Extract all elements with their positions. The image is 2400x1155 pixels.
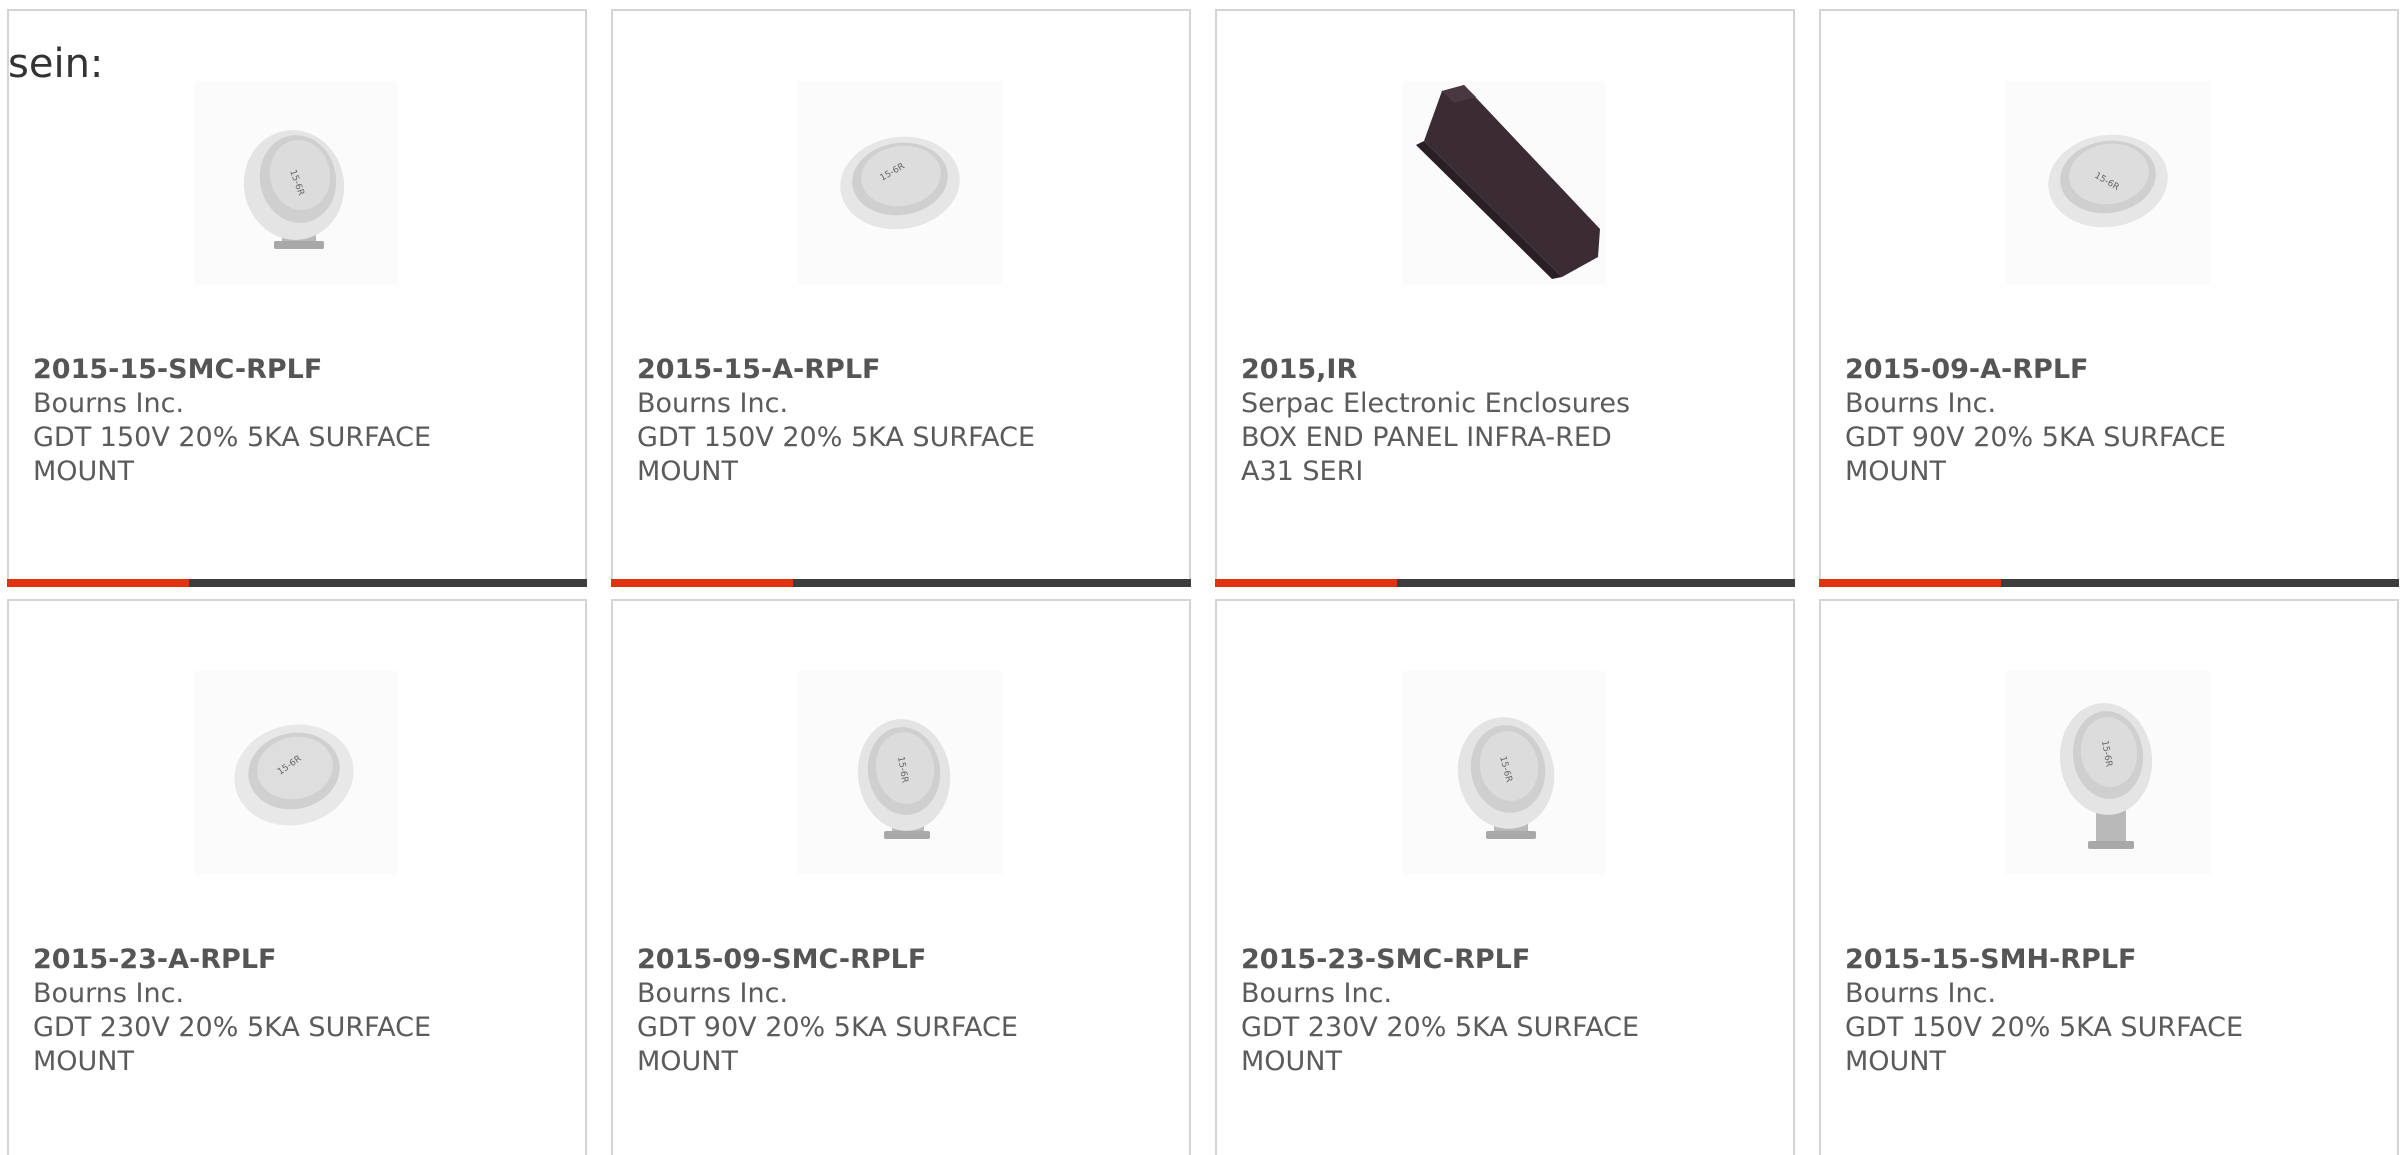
product-info: 2015-23-A-RPLF Bourns Inc. GDT 230V 20% … — [33, 943, 463, 1079]
part-number[interactable]: 2015-09-A-RPLF — [1845, 353, 2275, 387]
infrared-end-panel-icon[interactable] — [1402, 81, 1606, 285]
card-accent — [7, 579, 189, 587]
manufacturer: Bourns Inc. — [637, 978, 789, 1009]
card-accent — [1215, 579, 1397, 587]
part-number[interactable]: 2015-15-SMC-RPLF — [33, 353, 463, 387]
product-info: 2015-15-SMC-RPLF Bourns Inc. GDT 150V 20… — [33, 353, 463, 489]
manufacturer: Bourns Inc. — [1845, 978, 1997, 1009]
description: GDT 90V 20% 5KA SURFACE MOUNT — [1845, 422, 2226, 487]
card-accent-bar — [1819, 579, 2399, 587]
gas-discharge-tube-smc-icon[interactable]: 15-6R — [1402, 671, 1606, 875]
product-info: 2015-15-SMH-RPLF Bourns Inc. GDT 150V 20… — [1845, 943, 2275, 1079]
product-info: 2015-15-A-RPLF Bourns Inc. GDT 150V 20% … — [637, 353, 1067, 489]
gas-discharge-tube-smh-icon[interactable]: 15-6R — [2006, 671, 2210, 875]
product-card[interactable]: 15-6R 2015-23-SMC-RPLF Bourns Inc. GDT 2… — [1215, 599, 1795, 1155]
part-number[interactable]: 2015-15-SMH-RPLF — [1845, 943, 2275, 977]
product-info: 2015-09-SMC-RPLF Bourns Inc. GDT 90V 20%… — [637, 943, 1067, 1079]
product-info: 2015-09-A-RPLF Bourns Inc. GDT 90V 20% 5… — [1845, 353, 2275, 489]
card-accent — [1819, 579, 2001, 587]
product-card[interactable]: 15-6R 2015-09-A-RPLF Bourns Inc. GDT 90V… — [1819, 9, 2399, 587]
part-number[interactable]: 2015-23-SMC-RPLF — [1241, 943, 1671, 977]
part-number[interactable]: 2015,IR — [1241, 353, 1671, 387]
gas-discharge-tube-smc-icon[interactable]: 15-6R — [194, 81, 398, 285]
description: BOX END PANEL INFRA-RED A31 SERI — [1241, 422, 1612, 487]
description: GDT 150V 20% 5KA SURFACE MOUNT — [33, 422, 432, 487]
part-number[interactable]: 2015-09-SMC-RPLF — [637, 943, 1067, 977]
part-number[interactable]: 2015-15-A-RPLF — [637, 353, 1067, 387]
card-accent-bar — [1215, 579, 1795, 587]
description: GDT 230V 20% 5KA SURFACE MOUNT — [1241, 1012, 1640, 1077]
product-results-page: sein: 15-6R 2015-15-SMC-RPLF Bourns Inc.… — [0, 0, 2400, 1155]
card-accent — [611, 579, 793, 587]
product-info: 2015,IR Serpac Electronic Enclosures BOX… — [1241, 353, 1671, 489]
manufacturer: Bourns Inc. — [33, 388, 185, 419]
manufacturer: Serpac Electronic Enclosures — [1241, 388, 1631, 419]
description: GDT 230V 20% 5KA SURFACE MOUNT — [33, 1012, 432, 1077]
product-card[interactable]: 15-6R 2015-15-SMH-RPLF Bourns Inc. GDT 1… — [1819, 599, 2399, 1155]
gas-discharge-tube-flat-icon[interactable]: 15-6R — [798, 81, 1002, 285]
manufacturer: Bourns Inc. — [1845, 388, 1997, 419]
product-card[interactable]: 15-6R 2015-09-SMC-RPLF Bourns Inc. GDT 9… — [611, 599, 1191, 1155]
manufacturer: Bourns Inc. — [33, 978, 185, 1009]
product-card[interactable]: 15-6R 2015-15-A-RPLF Bourns Inc. GDT 150… — [611, 9, 1191, 587]
card-accent-bar — [7, 579, 587, 587]
card-accent-bar — [611, 579, 1191, 587]
manufacturer: Bourns Inc. — [637, 388, 789, 419]
manufacturer: Bourns Inc. — [1241, 978, 1393, 1009]
description: GDT 90V 20% 5KA SURFACE MOUNT — [637, 1012, 1018, 1077]
part-number[interactable]: 2015-23-A-RPLF — [33, 943, 463, 977]
product-card[interactable]: 15-6R 2015-23-A-RPLF Bourns Inc. GDT 230… — [7, 599, 587, 1155]
product-card[interactable]: 15-6R 2015-15-SMC-RPLF Bourns Inc. GDT 1… — [7, 9, 587, 587]
gas-discharge-tube-flat-icon[interactable]: 15-6R — [2006, 81, 2210, 285]
gas-discharge-tube-flat-icon[interactable]: 15-6R — [194, 671, 398, 875]
product-info: 2015-23-SMC-RPLF Bourns Inc. GDT 230V 20… — [1241, 943, 1671, 1079]
description: GDT 150V 20% 5KA SURFACE MOUNT — [1845, 1012, 2244, 1077]
gas-discharge-tube-smc-icon[interactable]: 15-6R — [798, 671, 1002, 875]
product-card[interactable]: 2015,IR Serpac Electronic Enclosures BOX… — [1215, 9, 1795, 587]
lead-text: sein: — [8, 41, 104, 87]
description: GDT 150V 20% 5KA SURFACE MOUNT — [637, 422, 1036, 487]
